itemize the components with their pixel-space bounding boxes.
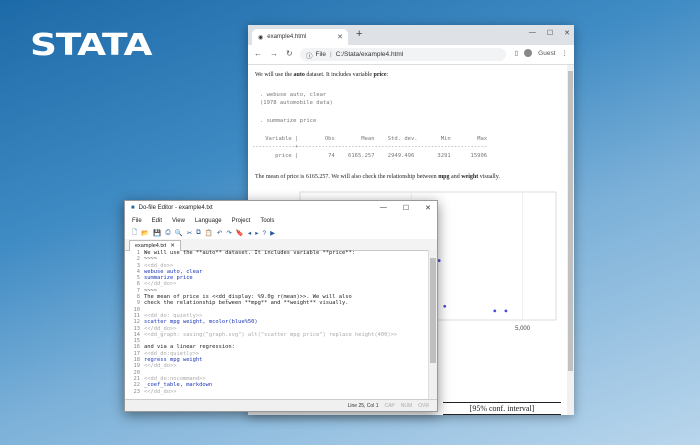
- coef-table: [95% conf. interval] -.0070411-.00497633…: [443, 402, 561, 415]
- run-icon[interactable]: ▶: [270, 229, 275, 237]
- open-file-icon[interactable]: 📂: [141, 229, 149, 237]
- prev-bookmark-icon[interactable]: ◂: [248, 229, 251, 237]
- code-text: <</dd_do>>: [144, 363, 177, 370]
- editor-title: Do-file Editor - example4.txt: [138, 205, 213, 211]
- stata-logo: STATA: [30, 28, 152, 63]
- paste-icon[interactable]: 📋: [205, 229, 213, 237]
- save-icon[interactable]: 💾: [153, 229, 161, 237]
- cursor-position: Line 25, Col 1: [347, 402, 379, 409]
- maximize-icon[interactable]: ☐: [403, 204, 409, 212]
- print-icon[interactable]: ⎙: [165, 229, 170, 237]
- next-bookmark-icon[interactable]: ▸: [255, 229, 258, 237]
- x-tick-label: 5,000: [515, 326, 531, 332]
- mean-paragraph: The mean of price is 6165.257. We will a…: [255, 174, 500, 180]
- close-window-icon[interactable]: ✕: [425, 204, 431, 212]
- coef-table-header: [95% conf. interval]: [443, 403, 561, 415]
- reload-icon[interactable]: ↻: [286, 49, 293, 58]
- sidebar-icon[interactable]: ▯: [515, 49, 519, 57]
- undo-icon[interactable]: ↶: [217, 229, 222, 237]
- summary-header: Variable | Obs Mean Std. dev. Min Max: [252, 136, 488, 142]
- globe-icon: ◉: [258, 34, 264, 41]
- editor-toolbar: 🗋 📂 💾 ⎙ 🔍 ✂ ⧉ 📋 ↶ ↷ 🔖 ◂ ▸ ? ▶: [125, 227, 437, 239]
- profile-name[interactable]: Guest: [538, 50, 555, 57]
- code-text: check the relationship between **mpg** a…: [144, 300, 349, 307]
- editor-scrollbar[interactable]: [428, 250, 437, 400]
- scatter-point: [493, 309, 497, 313]
- ovr-indicator: OVR: [418, 402, 429, 409]
- editor-tab-label: example4.txt: [135, 243, 167, 249]
- menu-file[interactable]: File: [132, 218, 142, 224]
- scatter-point: [437, 259, 441, 262]
- command-webuse: . webuse auto, clear: [260, 92, 327, 98]
- close-tab-icon[interactable]: ✕: [337, 33, 343, 41]
- caps-indicator: CAP: [384, 402, 395, 409]
- address-scheme: File: [315, 51, 326, 58]
- redo-icon[interactable]: ↷: [226, 229, 231, 237]
- address-url: C:/Stata/example4.html: [335, 51, 404, 58]
- editor-icon: ■: [131, 205, 135, 211]
- new-file-icon[interactable]: 🗋: [132, 228, 137, 239]
- browser-scrollbar[interactable]: [567, 65, 574, 415]
- code-text: We will use the **auto** dataset. It inc…: [144, 250, 355, 256]
- menu-icon[interactable]: ⋮: [562, 49, 569, 57]
- num-indicator: NUM: [400, 402, 413, 409]
- summary-separator: -------------+--------------------------…: [252, 144, 488, 150]
- scatter-point: [443, 304, 447, 308]
- browser-toolbar: ← → ↻ ⓘ File | C:/Stata/example4.html ▯ …: [248, 45, 574, 65]
- maximize-icon[interactable]: ☐: [547, 29, 553, 37]
- scatter-point: [504, 309, 508, 313]
- menu-tools[interactable]: Tools: [260, 218, 274, 224]
- back-icon[interactable]: ←: [254, 49, 262, 58]
- minimize-icon[interactable]: —: [529, 29, 536, 37]
- menu-project[interactable]: Project: [232, 218, 251, 224]
- menu-edit[interactable]: Edit: [152, 218, 162, 224]
- search-icon[interactable]: 🔍: [175, 229, 183, 237]
- summary-row: price | 74 6165.257 2949.496 3291 15906: [252, 153, 488, 159]
- command-summarize: . summarize price: [260, 118, 317, 124]
- browser-tabbar: ◉ example4.html ✕ + — ☐ ✕: [248, 25, 574, 45]
- new-tab-button[interactable]: +: [356, 28, 362, 40]
- code-area[interactable]: 1 We will use the **auto** dataset. It in…: [125, 250, 429, 400]
- info-icon: ⓘ: [306, 52, 313, 60]
- intro-paragraph: We will use the auto dataset. It include…: [255, 72, 389, 78]
- editor-titlebar: ■ Do-file Editor - example4.txt — ☐ ✕: [125, 201, 437, 215]
- editor-menubar: File Edit View Language Project Tools: [125, 215, 437, 227]
- avatar[interactable]: [524, 49, 533, 57]
- copy-icon[interactable]: ⧉: [196, 229, 201, 237]
- code-text: <<dd_graph: saving("graph.svg") alt("sca…: [144, 331, 398, 338]
- cut-icon[interactable]: ✂: [187, 229, 192, 237]
- editor-statusbar: Line 25, Col 1 CAP NUM OVR: [125, 399, 437, 411]
- close-tab-icon[interactable]: ✕: [170, 243, 175, 249]
- minimize-icon[interactable]: —: [380, 204, 387, 212]
- close-window-icon[interactable]: ✕: [564, 29, 570, 37]
- help-icon[interactable]: ?: [262, 230, 266, 237]
- code-line[interactable]: 23 <</dd_do>>: [125, 389, 429, 395]
- browser-tab[interactable]: ◉ example4.html ✕: [252, 29, 348, 45]
- code-line[interactable]: 14 <<dd_graph: saving("graph.svg") alt("s…: [125, 332, 429, 338]
- menu-language[interactable]: Language: [195, 218, 222, 224]
- code-text: <</dd_do>>: [144, 388, 177, 395]
- address-bar[interactable]: ⓘ File | C:/Stata/example4.html: [300, 48, 506, 61]
- menu-view[interactable]: View: [172, 218, 185, 224]
- line-number: 23: [133, 388, 141, 395]
- browser-tab-title: example4.html: [267, 34, 307, 40]
- command-output: (1978 automobile data): [260, 100, 333, 106]
- forward-icon[interactable]: →: [270, 49, 278, 58]
- dofile-editor-window: ■ Do-file Editor - example4.txt — ☐ ✕ Fi…: [124, 200, 438, 412]
- bookmark-icon[interactable]: 🔖: [236, 229, 244, 237]
